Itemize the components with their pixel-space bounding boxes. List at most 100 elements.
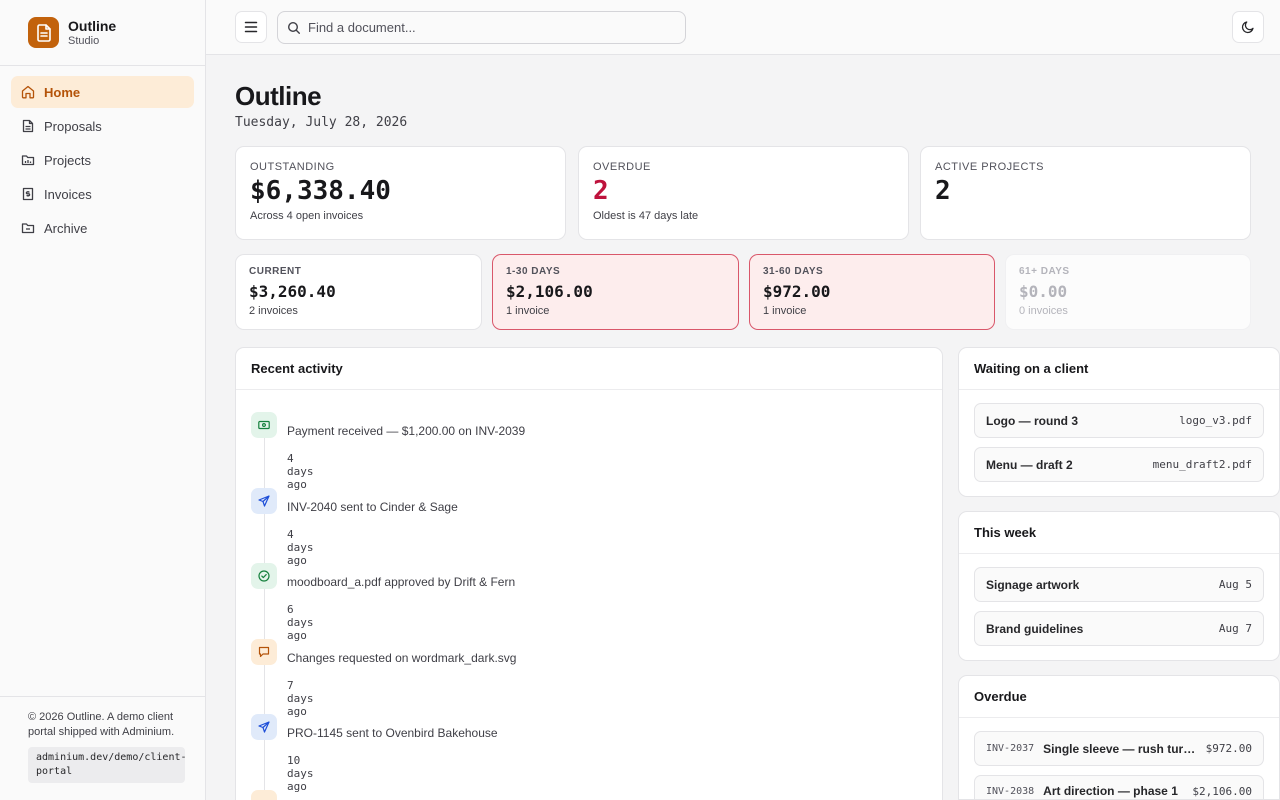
week-item-name: Signage artwork <box>986 577 1080 592</box>
document-icon <box>22 119 34 133</box>
panel-title: Recent activity <box>236 348 942 390</box>
week-item-name: Brand guidelines <box>986 621 1084 636</box>
footer-text: © 2026 Outline. A demo client portal shi… <box>28 711 175 738</box>
brand[interactable]: Outline Studio <box>0 0 205 66</box>
aging-value: $972.00 <box>763 282 831 301</box>
overdue-invoice-code: INV-2037 <box>986 743 1035 754</box>
stat-card-outstanding[interactable]: OUTSTANDING $6,338.40 Across 4 open invo… <box>235 146 566 240</box>
waiting-item-file: menu_draft2.pdf <box>1152 458 1252 471</box>
overdue-item-name: Single sleeve — rush turnaround <box>1043 741 1198 756</box>
sidebar-item-home[interactable]: Home <box>11 76 194 108</box>
week-item-date: Aug 7 <box>1218 622 1252 635</box>
stat-label: OUTSTANDING <box>250 161 335 173</box>
aging-card-31-60-days[interactable]: 31-60 DAYS $972.00 1 invoice <box>749 254 995 330</box>
sidebar-item-label: Home <box>44 84 81 100</box>
aging-card-1-30-days[interactable]: 1-30 DAYS $2,106.00 1 invoice <box>492 254 739 330</box>
week-item-date: Aug 5 <box>1218 578 1252 591</box>
page-date: Tuesday, July 28, 2026 <box>235 115 408 130</box>
stat-value: 2 <box>935 176 951 206</box>
aging-count: 1 invoice <box>763 305 807 317</box>
search-input[interactable] <box>308 20 668 35</box>
overdue-item[interactable]: INV-2038 Art direction — phase 1 $2,106.… <box>974 775 1264 799</box>
search-box[interactable] <box>277 11 686 44</box>
aging-value: $0.00 <box>1019 282 1068 301</box>
dollar-receipt-icon <box>22 187 34 201</box>
comment-icon <box>251 638 277 665</box>
comment-icon <box>251 789 277 800</box>
hamburger-icon <box>244 21 258 33</box>
folder-icon <box>21 155 35 166</box>
activity-time: 10 days ago <box>287 754 314 793</box>
this-week-panel: This week Signage artwork Aug 5 Brand gu… <box>958 511 1280 661</box>
send-icon <box>251 487 277 514</box>
stat-subtext: Oldest is 47 days late <box>593 210 699 222</box>
activity-text: PRO-1145 sent to Ovenbird Bakehouse <box>287 726 498 740</box>
activity-text: Payment received — $1,200.00 on INV-2039 <box>287 424 526 438</box>
aging-card-61-plus-days[interactable]: 61+ DAYS $0.00 0 invoices <box>1005 254 1251 330</box>
aging-count: 0 invoices <box>1019 305 1068 317</box>
waiting-item[interactable]: Menu — draft 2 menu_draft2.pdf <box>974 447 1264 482</box>
recent-activity-panel: Recent activity Payment received — $1,20… <box>235 347 943 800</box>
panel-title: Waiting on a client <box>959 348 1279 390</box>
sidebar: Outline Studio Home Proposals Projects I… <box>0 0 206 800</box>
sidebar-item-label: Invoices <box>44 186 92 202</box>
stat-label: ACTIVE PROJECTS <box>935 161 1044 173</box>
aging-count: 2 invoices <box>249 305 298 317</box>
sidebar-item-label: Projects <box>44 152 91 168</box>
theme-toggle-button[interactable] <box>1232 11 1264 43</box>
check-circle-icon <box>251 563 277 589</box>
stat-value: $6,338.40 <box>250 176 391 206</box>
overdue-item-amount: $2,106.00 <box>1192 785 1252 798</box>
aging-count: 1 invoice <box>506 305 550 317</box>
stat-subtext: Across 4 open invoices <box>250 210 364 222</box>
week-item[interactable]: Signage artwork Aug 5 <box>974 567 1264 602</box>
menu-toggle-button[interactable] <box>235 11 267 43</box>
brand-name: Outline <box>68 17 117 34</box>
sidebar-item-projects[interactable]: Projects <box>11 144 194 176</box>
overdue-item-amount: $972.00 <box>1205 742 1252 755</box>
aging-label: 31-60 DAYS <box>763 266 824 277</box>
aging-value: $3,260.40 <box>249 282 336 301</box>
aging-label: 1-30 DAYS <box>506 266 561 277</box>
stat-card-active-projects[interactable]: ACTIVE PROJECTS 2 <box>920 146 1251 240</box>
sidebar-item-proposals[interactable]: Proposals <box>11 110 194 142</box>
waiting-item-file: logo_v3.pdf <box>1179 414 1252 427</box>
brand-subtitle: Studio <box>68 34 100 47</box>
stat-card-overdue[interactable]: OVERDUE 2 Oldest is 47 days late <box>578 146 909 240</box>
activity-text: INV-2040 sent to Cinder & Sage <box>287 499 458 514</box>
activity-text: Changes requested on wordmark_dark.svg <box>287 650 517 665</box>
sidebar-item-label: Proposals <box>44 118 102 134</box>
overdue-item[interactable]: INV-2037 Single sleeve — rush turnaround… <box>974 731 1264 766</box>
overdue-panel: Overdue INV-2037 Single sleeve — rush tu… <box>958 675 1280 800</box>
sidebar-nav: Home Proposals Projects Invoices Archive <box>0 66 205 256</box>
panel-title: Overdue <box>959 676 1279 718</box>
sidebar-item-archive[interactable]: Archive <box>11 212 194 244</box>
waiting-item-name: Logo — round 3 <box>986 413 1078 428</box>
waiting-item-name: Menu — draft 2 <box>986 457 1073 472</box>
activity-time: 4 days ago <box>287 527 314 567</box>
document-logo-icon <box>28 17 59 48</box>
sidebar-item-invoices[interactable]: Invoices <box>11 178 194 210</box>
waiting-item[interactable]: Logo — round 3 logo_v3.pdf <box>974 403 1264 438</box>
overdue-invoice-code: INV-2038 <box>986 785 1035 797</box>
panel-title: This week <box>959 512 1279 554</box>
activity-time: 6 days ago <box>287 603 314 642</box>
stat-value: 2 <box>593 176 609 206</box>
activity-text: moodboard_a.pdf approved by Drift & Fern <box>287 575 516 589</box>
home-icon <box>21 85 35 99</box>
aging-label: CURRENT <box>249 266 302 277</box>
aging-card-current[interactable]: CURRENT $3,260.40 2 invoices <box>235 254 482 330</box>
overdue-item-name: Art direction — phase 1 <box>1043 784 1178 798</box>
waiting-on-client-panel: Waiting on a client Logo — round 3 logo_… <box>958 347 1280 497</box>
sidebar-item-label: Archive <box>44 220 88 236</box>
moon-icon <box>1241 21 1254 34</box>
stat-label: OVERDUE <box>593 161 651 173</box>
page-title: Outline <box>235 81 322 111</box>
search-icon <box>287 21 300 34</box>
archive-icon <box>21 223 35 234</box>
activity-time: 4 days ago <box>287 452 314 491</box>
week-item[interactable]: Brand guidelines Aug 7 <box>974 611 1264 646</box>
topbar <box>206 0 1280 55</box>
footer-code: adminium.dev/demo/client-portal <box>28 747 187 783</box>
aging-label: 61+ DAYS <box>1019 266 1070 277</box>
